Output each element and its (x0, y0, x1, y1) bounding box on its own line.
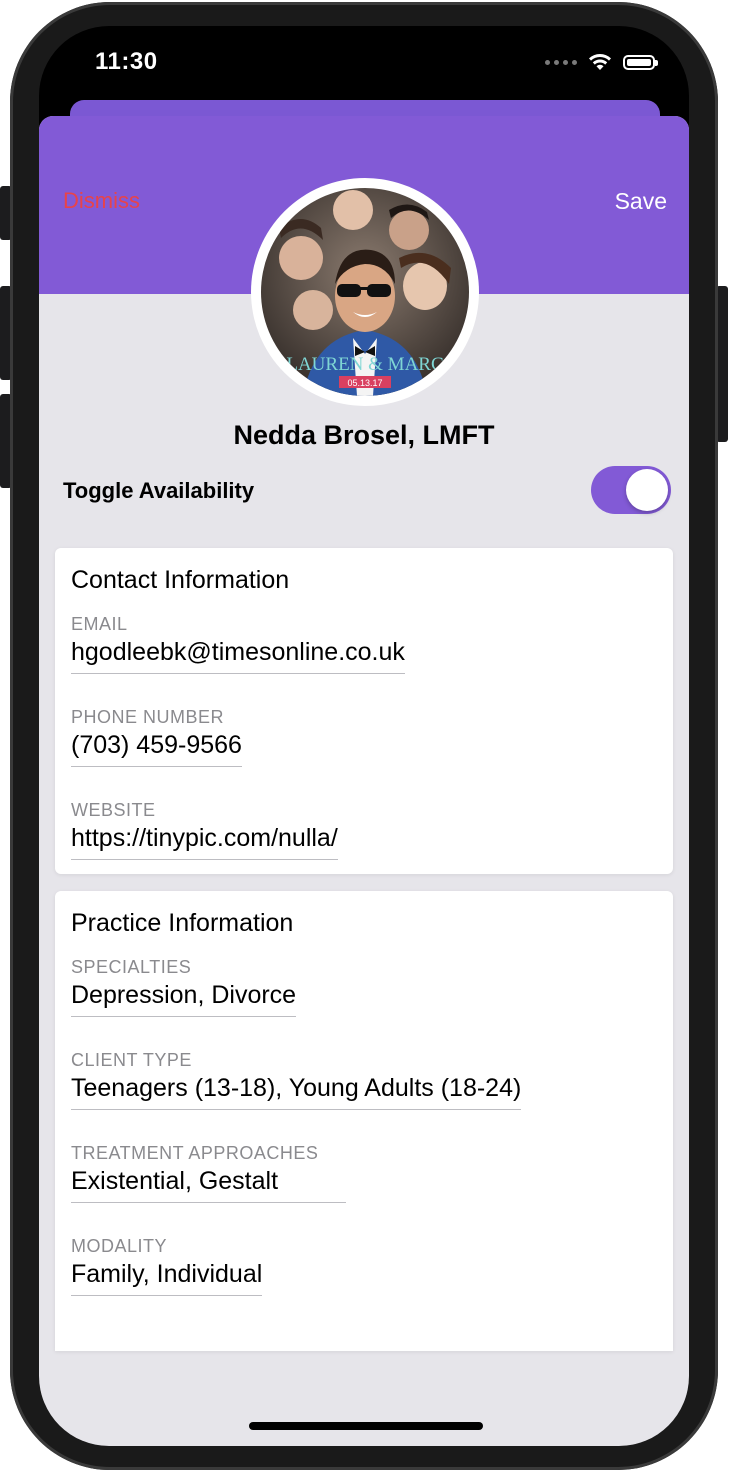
modality-field[interactable]: Family, Individual (71, 1260, 263, 1296)
treatment-approaches-label: TREATMENT APPROACHES (71, 1143, 319, 1163)
treatment-approaches-field[interactable]: Existential, Gestalt (71, 1167, 347, 1203)
profile-sheet: Dismiss Save LAUREN & MARC 05.13.17 Nedd… (39, 116, 689, 1446)
availability-toggle[interactable] (591, 466, 671, 514)
contact-card: Contact Information EMAIL hgodleebk@time… (55, 548, 673, 874)
status-time: 11:30 (95, 48, 158, 75)
screen: 11:30 Dismiss Save LAUREN & MARC 05.13.1… (39, 26, 689, 1446)
availability-label: Toggle Availability (63, 478, 255, 503)
wifi-icon (589, 54, 611, 70)
modality-label: MODALITY (71, 1236, 168, 1256)
website-field[interactable]: https://tinypic.com/nulla/ (71, 824, 338, 860)
photo-caption: LAUREN & MARC (286, 354, 443, 375)
specialties-label: SPECIALTIES (71, 957, 192, 977)
notch (201, 26, 529, 76)
client-type-label: CLIENT TYPE (71, 1050, 192, 1070)
signal-icon (545, 59, 577, 65)
profile-name: Nedda Brosel, LMFT (233, 420, 495, 450)
website-label: WEBSITE (71, 800, 156, 820)
photo-date: 05.13.17 (347, 378, 382, 388)
email-label: EMAIL (71, 614, 128, 634)
practice-card-title: Practice Information (71, 909, 294, 937)
specialties-field[interactable]: Depression, Divorce (71, 981, 297, 1017)
avatar-photo: LAUREN & MARC 05.13.17 (261, 188, 469, 396)
avatar[interactable]: LAUREN & MARC 05.13.17 (251, 178, 479, 406)
phone-frame: 11:30 Dismiss Save LAUREN & MARC 05.13.1… (10, 2, 718, 1470)
dismiss-button[interactable]: Dismiss (63, 188, 140, 214)
toggle-knob (626, 469, 668, 511)
email-field[interactable]: hgodleebk@timesonline.co.uk (71, 638, 405, 674)
practice-card: Practice Information SPECIALTIES Depress… (55, 891, 673, 1351)
client-type-field[interactable]: Teenagers (13-18), Young Adults (18-24) (71, 1074, 522, 1110)
phone-label: PHONE NUMBER (71, 707, 225, 727)
status-icons (545, 52, 658, 72)
phone-field[interactable]: (703) 459-9566 (71, 731, 242, 767)
save-button[interactable]: Save (615, 188, 667, 215)
battery-icon (623, 54, 658, 70)
contact-card-title: Contact Information (71, 566, 290, 594)
home-indicator[interactable] (249, 1422, 483, 1430)
